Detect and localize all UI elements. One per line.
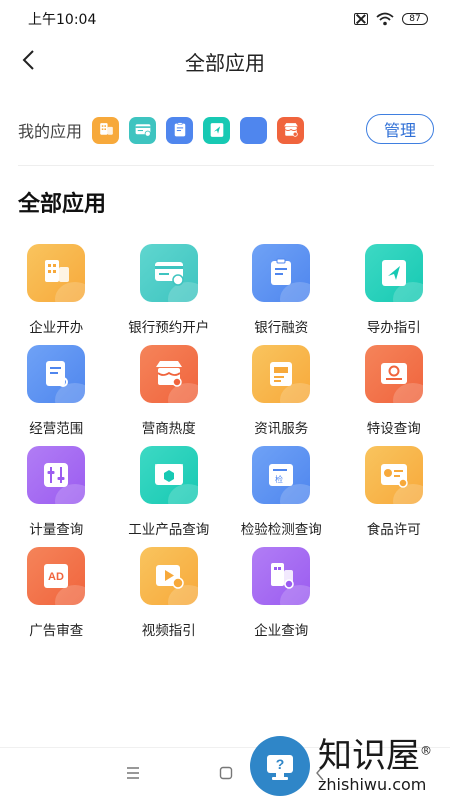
menu-icon[interactable] <box>126 766 140 780</box>
watermark: ? 知识屋® zhishiwu.com <box>250 732 450 800</box>
app-label: 工业产品查询 <box>128 522 210 538</box>
app-tile[interactable]: 计量查询 <box>0 446 113 547</box>
inspection-icon: 检 <box>252 446 311 504</box>
home-icon[interactable] <box>219 766 233 780</box>
divider <box>18 165 434 166</box>
app-tile[interactable]: AD 广告审查 <box>0 547 113 648</box>
product-icon <box>139 446 198 504</box>
document-search-icon <box>27 345 86 403</box>
svg-text:?: ? <box>276 756 285 772</box>
navigation-icon[interactable] <box>203 116 231 144</box>
svg-text:检: 检 <box>275 474 283 484</box>
app-tile[interactable]: 经营范围 <box>0 345 113 446</box>
app-tile[interactable]: 银行融资 <box>225 244 338 345</box>
app-label: 广告审查 <box>29 623 84 639</box>
app-label: 经营范围 <box>29 421 84 437</box>
video-icon <box>139 547 198 605</box>
app-tile[interactable]: 工业产品查询 <box>113 446 226 547</box>
navigation-icon <box>364 244 423 302</box>
app-label: 计量查询 <box>29 522 84 538</box>
app-label: 银行预约开户 <box>128 320 210 336</box>
app-label: 食品许可 <box>366 522 421 538</box>
my-apps-label: 我的应用 <box>18 122 83 141</box>
app-tile[interactable]: 营商热度 <box>113 345 226 446</box>
food-license-icon <box>364 446 423 504</box>
bank-card-icon <box>139 244 198 302</box>
section-title: 全部应用 <box>18 192 107 217</box>
app-tile[interactable]: 资讯服务 <box>225 345 338 446</box>
app-tile[interactable]: 视频指引 <box>113 547 226 648</box>
app-label: 企业开办 <box>29 320 84 336</box>
manage-button[interactable]: 管理 <box>366 114 434 144</box>
status-bar: 上午10:04 87 <box>0 0 450 38</box>
watermark-title: 知识屋® <box>318 735 432 776</box>
app-label: 视频指引 <box>141 623 196 639</box>
clipboard-icon <box>252 244 311 302</box>
app-label: 银行融资 <box>254 320 309 336</box>
enterprise-search-icon <box>252 547 311 605</box>
status-icons: 87 <box>354 12 428 26</box>
search-card-icon <box>364 345 423 403</box>
status-time: 上午10:04 <box>28 12 97 28</box>
ad-icon: AD <box>27 547 86 605</box>
app-tile[interactable]: 导办指引 <box>338 244 450 345</box>
store-icon <box>139 345 198 403</box>
battery-icon: 87 <box>402 13 428 25</box>
app-label: 企业查询 <box>254 623 309 639</box>
slider-icon <box>27 446 86 504</box>
app-tile[interactable]: 企业开办 <box>0 244 113 345</box>
app-tile[interactable]: 检检验检测查询 <box>225 446 338 547</box>
enterprise-icon[interactable] <box>92 116 120 144</box>
app-label: 营商热度 <box>141 421 196 437</box>
app-label: 资讯服务 <box>254 421 309 437</box>
sim-off-icon <box>354 13 368 25</box>
store-icon[interactable] <box>277 116 305 144</box>
app-tile[interactable]: 银行预约开户 <box>113 244 226 345</box>
watermark-subtitle: zhishiwu.com <box>318 774 427 794</box>
enterprise-icon <box>27 244 86 302</box>
app-tile[interactable]: 特设查询 <box>338 345 450 446</box>
chevron-left-icon[interactable] <box>18 48 42 72</box>
news-icon <box>252 345 311 403</box>
page-title: 全部应用 <box>185 50 265 75</box>
my-apps-icons <box>92 116 314 144</box>
clipboard-icon[interactable] <box>166 116 194 144</box>
battery-level: 87 <box>409 13 421 24</box>
svg-text:AD: AD <box>48 571 64 583</box>
wifi-icon <box>376 12 394 26</box>
app-tile[interactable]: 食品许可 <box>338 446 450 547</box>
app-label: 特设查询 <box>366 421 421 437</box>
watermark-logo-icon: ? <box>250 736 310 796</box>
bank-card-icon[interactable] <box>129 116 157 144</box>
app-tile[interactable]: 企业查询 <box>225 547 338 648</box>
app-grid: 企业开办 银行预约开户 银行融资 导办指引经营范围 营商热度 资讯服务 特设查询计量查询 工业… <box>0 244 450 648</box>
header: 全部应用 <box>0 40 450 82</box>
app-label: 检验检测查询 <box>240 522 322 538</box>
document-icon[interactable] <box>240 116 268 144</box>
my-apps-bar: 我的应用 管理 <box>18 104 434 156</box>
app-label: 导办指引 <box>366 320 421 336</box>
